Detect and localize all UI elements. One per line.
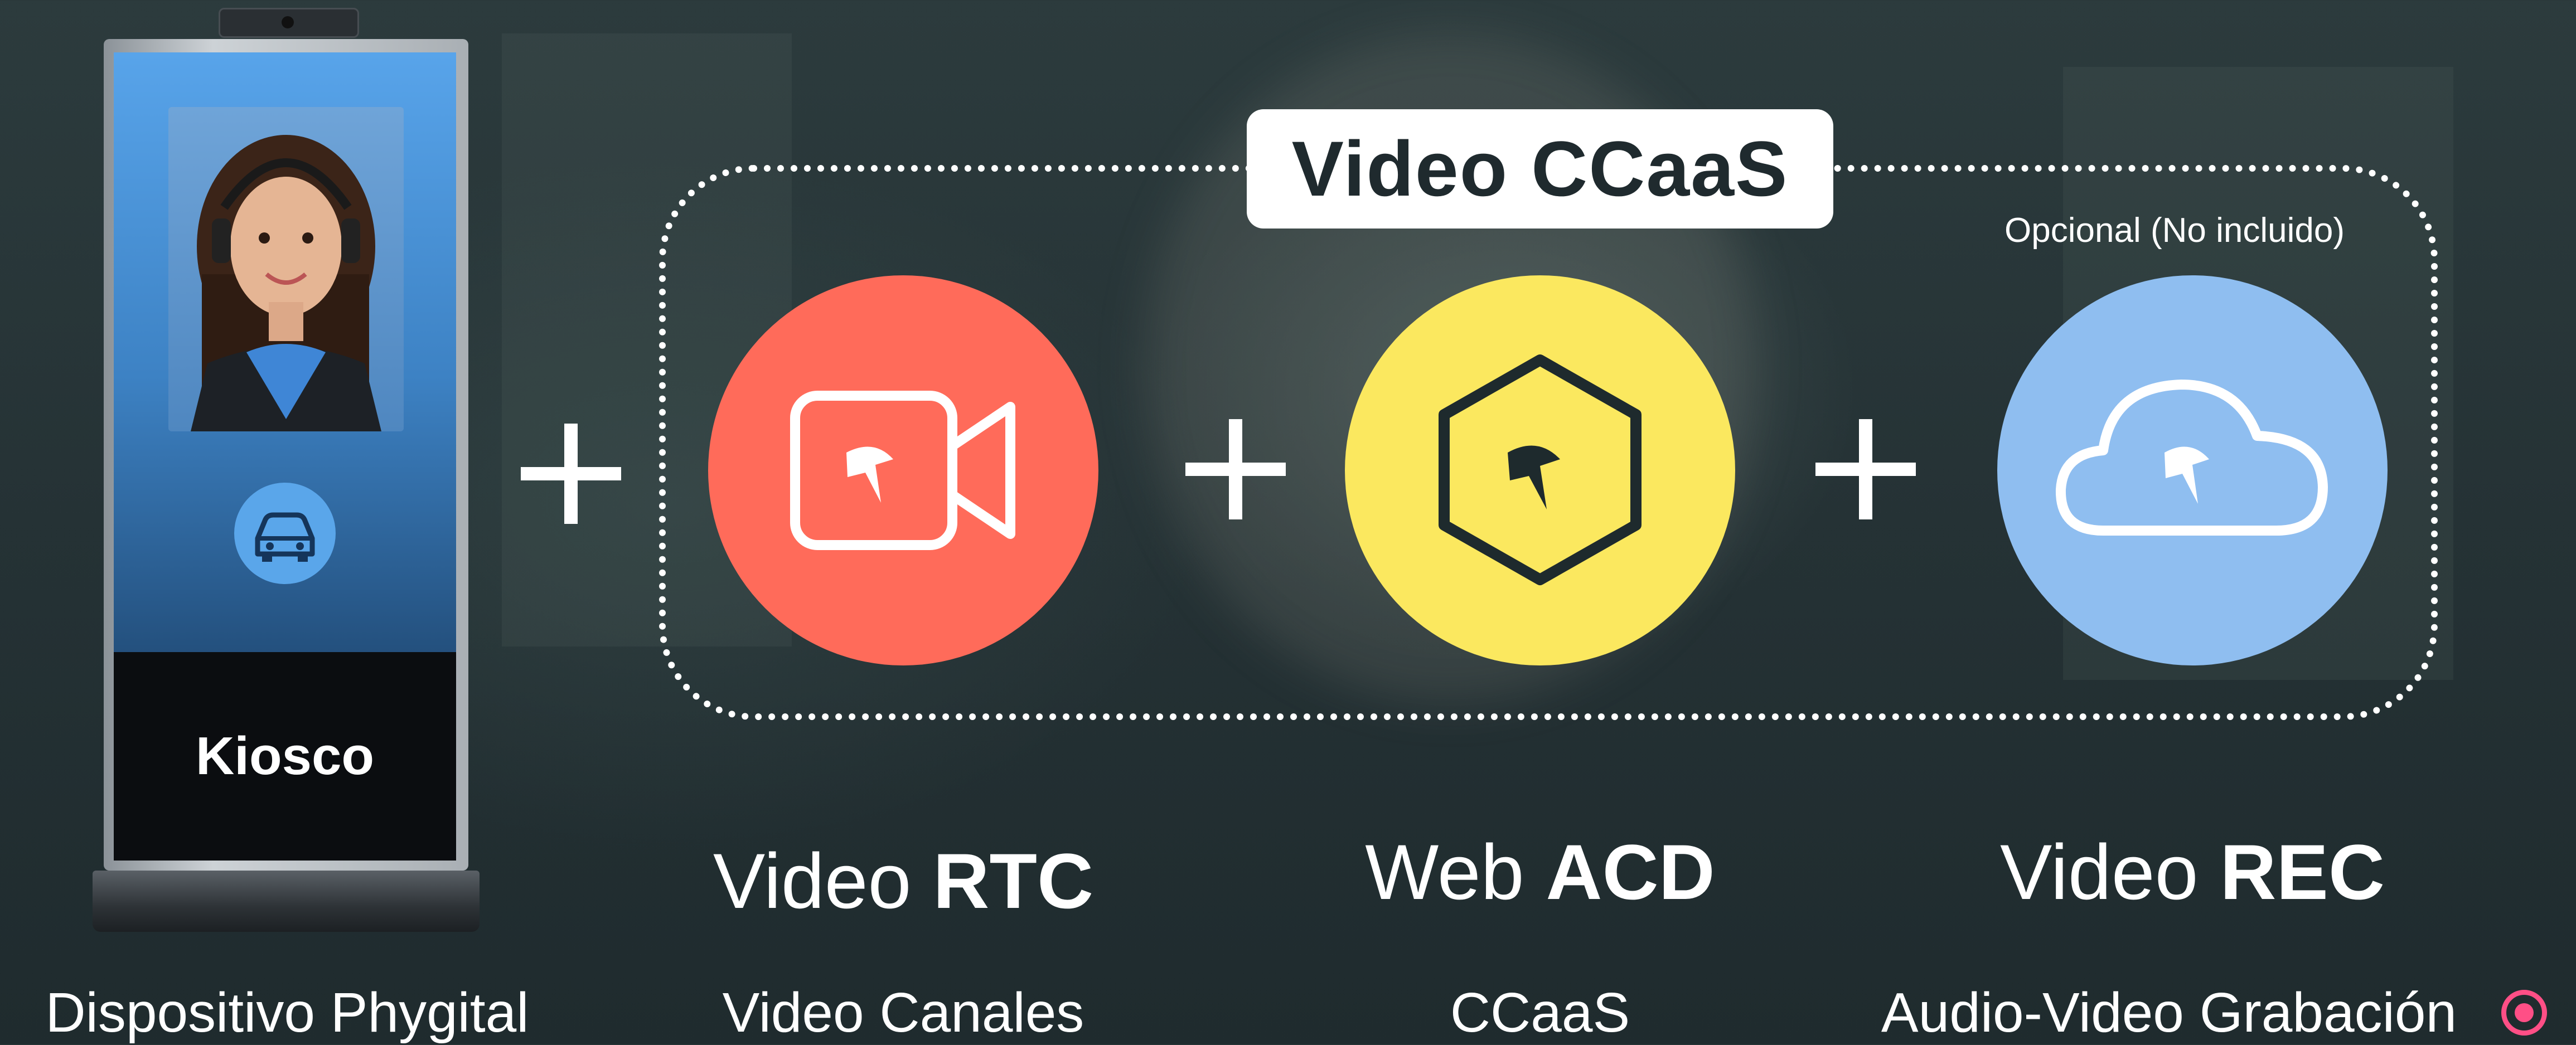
product-video-rec: Video REC (1997, 827, 2388, 917)
kiosk-label: Kiosco (195, 726, 375, 786)
video-rtc-circle[interactable] (708, 275, 1098, 665)
product-name-light: Web (1365, 828, 1546, 916)
hexagon-icon (1439, 354, 1642, 585)
device-caption: Dispositivo Phygital (45, 981, 529, 1044)
product-name-light: Video (713, 837, 933, 925)
car-icon-badge[interactable] (234, 483, 336, 584)
caption-web-acd: CCaaS (1450, 981, 1630, 1044)
agent-avatar-icon (191, 135, 381, 431)
caption-video-rtc: Video Canales (722, 981, 1084, 1044)
product-web-acd: Web ACD (1345, 827, 1735, 917)
product-video-rtc: Video RTC (708, 836, 1098, 926)
kiosk-camera (219, 8, 359, 38)
video-rec-circle[interactable] (1997, 275, 2388, 665)
agent-photo (168, 107, 404, 431)
ccaas-title: Video CCaaS (1247, 109, 1833, 229)
plus-icon (521, 424, 621, 524)
optional-note: Opcional (No incluido) (2004, 211, 2345, 250)
kiosk-base (93, 871, 480, 932)
cloud-icon (2055, 380, 2328, 536)
video-camera-icon (790, 391, 1015, 550)
kiosk-screen: Kiosco (114, 52, 456, 861)
caption-video-rec: Audio-Video Grabación (1881, 981, 2457, 1044)
product-name-light: Video (1999, 828, 2220, 916)
record-icon (2501, 990, 2547, 1036)
product-name-bold: REC (2220, 828, 2385, 916)
car-icon (255, 512, 315, 562)
product-name-bold: RTC (933, 837, 1094, 925)
product-name-bold: ACD (1546, 828, 1715, 916)
web-acd-circle[interactable] (1345, 275, 1735, 665)
